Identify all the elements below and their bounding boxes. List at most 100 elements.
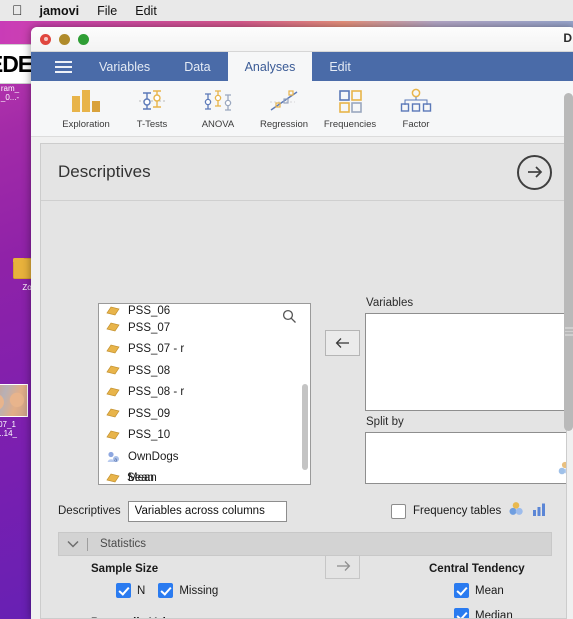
list-item[interactable]: PSS_07 (99, 317, 310, 339)
variable-name: PSS_10 (128, 429, 171, 442)
ribbon-label: Regression (259, 119, 309, 130)
divider (87, 537, 88, 551)
n-label: N (137, 584, 146, 597)
variable-list-scrollbar[interactable] (302, 384, 308, 470)
continuous-icon (106, 306, 121, 317)
list-item[interactable]: PSS_08 - r (99, 382, 310, 404)
analysis-options-body: PSS_06 PSS_07 PSS_07 - r PSS_08 PSS_08 -… (41, 201, 566, 618)
variable-supplier-list[interactable]: PSS_06 PSS_07 PSS_07 - r PSS_08 PSS_08 -… (98, 303, 311, 485)
ribbon-label: T-Tests (136, 119, 168, 130)
statistics-right-column: Central Tendency Mean Median Mode (429, 563, 566, 619)
nominal-text-icon: a (106, 451, 121, 463)
list-item[interactable]: PSS_10 (99, 425, 310, 447)
arrow-right-circle-icon[interactable] (517, 154, 552, 190)
ribbon-button-exploration[interactable]: Exploration (53, 86, 119, 130)
central-tendency-title: Central Tendency (429, 563, 525, 575)
missing-label: Missing (179, 584, 219, 597)
apple-logo-icon[interactable]:  (12, 3, 23, 17)
analysis-header: Descriptives (41, 144, 566, 201)
variable-name: PSS_07 - r (128, 343, 185, 356)
list-item[interactable]: a OwnDogs (99, 446, 310, 468)
variable-name: PSS_08 (128, 364, 171, 377)
jamovi-window: D Variables Data Analyses Edit Explorati… (31, 27, 573, 619)
ribbon-button-factor[interactable]: Factor (383, 86, 449, 130)
split-by-box-label: Split by (366, 416, 404, 428)
variable-name-overlay: Sean (127, 472, 154, 485)
frequency-tables-checkbox[interactable] (391, 503, 406, 519)
os-menu-bar:  jamovi File Edit (0, 0, 573, 21)
zoom-button[interactable] (78, 33, 89, 45)
continuous-icon (106, 473, 121, 484)
list-item[interactable]: Mean Sean (99, 468, 310, 485)
menubar-item-file[interactable]: File (97, 4, 117, 18)
regression-icon (267, 86, 301, 116)
arrow-left-icon (335, 338, 349, 348)
statistics-left-column: Sample Size N Missing Percentile Values … (91, 563, 411, 618)
desktop-photo-label: 07_1 (0, 420, 16, 429)
desktop-icon-photo-file[interactable]: 07_1 ...14_ (0, 384, 28, 438)
continuous-icon (106, 344, 121, 355)
median-checkbox[interactable] (454, 608, 469, 618)
variable-name: PSS_07 (128, 321, 171, 334)
options-scrollbar-thumb[interactable] (564, 93, 573, 431)
move-to-variables-button[interactable] (325, 330, 360, 356)
frequency-tables-label: Frequency tables (413, 505, 502, 517)
sample-size-title: Sample Size (91, 563, 159, 575)
tab-variables[interactable]: Variables (82, 52, 167, 81)
variables-drop-box[interactable] (365, 313, 566, 411)
variable-name: PSS_09 (128, 407, 171, 420)
frequencies-icon (333, 86, 367, 116)
mean-label: Mean (475, 584, 504, 597)
median-row: Median (454, 608, 566, 619)
ribbon-button-ttests[interactable]: T-Tests (119, 86, 185, 130)
mean-row: Mean (454, 583, 566, 598)
menubar-item-edit[interactable]: Edit (135, 4, 157, 18)
close-button[interactable] (40, 33, 51, 45)
list-item[interactable]: PSS_09 (99, 403, 310, 425)
continuous-icon (106, 365, 121, 376)
tab-data[interactable]: Data (167, 52, 227, 81)
statistics-section-header[interactable]: Statistics (58, 532, 552, 556)
continuous-icon (106, 430, 121, 441)
bar-chart-icon (69, 86, 103, 116)
hamburger-icon[interactable] (44, 52, 82, 81)
list-item[interactable]: PSS_06 (99, 304, 310, 317)
svg-text:a: a (114, 457, 117, 463)
missing-checkbox[interactable] (158, 583, 174, 598)
resize-grip[interactable] (565, 327, 573, 336)
n-checkbox[interactable] (116, 583, 131, 598)
ribbon-tab-bar: Variables Data Analyses Edit (31, 52, 573, 81)
window-title-bar[interactable]: D (31, 27, 573, 52)
desktop-icon-label-2: _0...- (0, 93, 20, 102)
list-item[interactable]: PSS_07 - r (99, 339, 310, 361)
desktop-icon-barcode-file[interactable]: EDE ram_ _0...- (0, 44, 32, 102)
continuous-icon (106, 322, 121, 333)
split-by-drop-box[interactable] (365, 432, 566, 484)
statistics-section-title: Statistics (100, 538, 147, 550)
mean-checkbox[interactable] (454, 583, 469, 598)
tab-edit[interactable]: Edit (312, 52, 368, 81)
minimize-button[interactable] (59, 33, 70, 45)
ribbon-button-anova[interactable]: ANOVA (185, 86, 251, 130)
window-title: D (563, 31, 572, 45)
ribbon-button-strip: Exploration T-Tests ANOVA Regression Fre… (31, 81, 573, 137)
anova-icon (201, 86, 235, 116)
desktop-icon-label: ram_ (0, 84, 20, 93)
median-label: Median (475, 609, 513, 619)
ribbon-button-regression[interactable]: Regression (251, 86, 317, 130)
search-icon[interactable] (282, 309, 297, 329)
descriptives-label: Descriptives (58, 505, 121, 517)
nominal-icon (508, 501, 525, 521)
ribbon-button-frequencies[interactable]: Frequencies (317, 86, 383, 130)
continuous-icon (106, 408, 121, 419)
menubar-app-name[interactable]: jamovi (40, 4, 80, 18)
descriptives-layout-select[interactable]: Variables across columns Variables acros… (127, 500, 287, 522)
tab-analyses[interactable]: Analyses (227, 52, 313, 81)
continuous-icon (106, 387, 121, 398)
chevron-down-icon[interactable] (59, 535, 87, 553)
bar-chart-icon (532, 502, 547, 521)
variable-name: Mean Sean (127, 472, 157, 485)
list-item[interactable]: PSS_08 (99, 360, 310, 382)
window-controls (31, 33, 89, 45)
ribbon-label: Exploration (62, 119, 110, 130)
